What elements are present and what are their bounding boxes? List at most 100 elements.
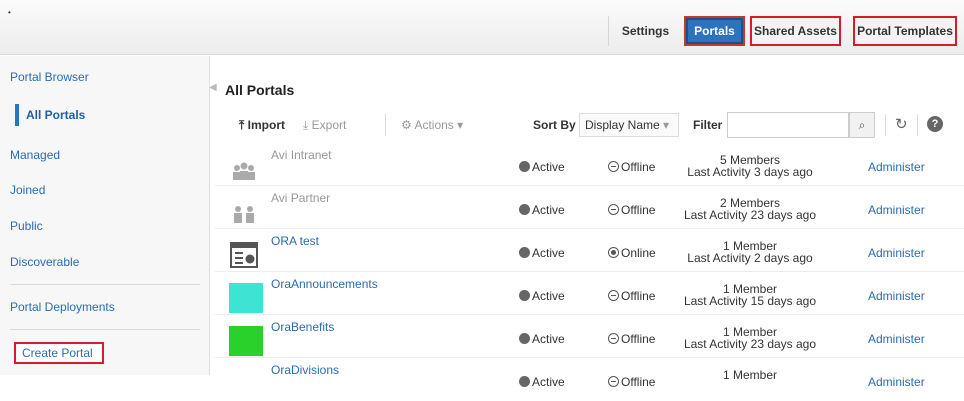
toolbar: ⤒ Import ⤓ Export ⚙ Actions ▾ Sort By Di… [215, 112, 964, 138]
status-label: Active [532, 375, 565, 389]
online-label: Offline [621, 332, 656, 346]
selection-indicator [15, 104, 19, 126]
portal-page-icon [230, 242, 258, 268]
last-activity: Last Activity 23 days ago [683, 208, 817, 222]
toolbar-divider [885, 114, 886, 136]
filter-input[interactable] [727, 112, 849, 138]
sidebar-item-discoverable[interactable]: Discoverable [10, 255, 79, 269]
sidebar-item-managed[interactable]: Managed [10, 148, 60, 162]
chevron-down-icon: ▾ [457, 118, 464, 132]
offline-icon [608, 290, 619, 301]
portal-status: Active [519, 160, 565, 174]
members-info: 1 Member [675, 369, 825, 381]
members-info: 1 Member Last Activity 23 days ago [675, 326, 825, 350]
portal-online-state: Offline [608, 160, 655, 174]
status-label: Active [532, 246, 565, 260]
last-activity: Last Activity 23 days ago [683, 337, 817, 351]
last-activity: Last Activity 2 days ago [687, 251, 813, 265]
help-icon[interactable]: ? [927, 116, 943, 132]
download-icon: ⤓ [303, 118, 309, 132]
chevron-down-icon: ▾ [663, 118, 670, 132]
status-label: Active [532, 203, 565, 217]
portal-status: Active [519, 246, 565, 260]
members-info: 1 Member Last Activity 15 days ago [675, 283, 825, 307]
table-row: OraDivisions Active Offline 1 Member Adm… [215, 359, 964, 401]
last-activity: Last Activity 3 days ago [687, 165, 813, 179]
search-button[interactable]: ⌕ [849, 112, 875, 138]
portal-name[interactable]: Avi Partner [271, 191, 330, 205]
sidebar-item-joined[interactable]: Joined [10, 183, 45, 197]
table-row: Avi Partner Active Offline 2 Members Last… [215, 187, 964, 229]
members-info: 2 Members Last Activity 23 days ago [675, 197, 825, 221]
members-info: 5 Members Last Activity 3 days ago [675, 154, 825, 178]
online-label: Offline [621, 160, 656, 174]
online-label: Offline [621, 289, 656, 303]
administer-link[interactable]: Administer [868, 203, 925, 217]
gear-icon: ⚙ [401, 118, 412, 132]
refresh-icon[interactable]: ↻ [895, 115, 908, 133]
toolbar-divider [917, 114, 918, 136]
administer-link[interactable]: Administer [868, 332, 925, 346]
offline-icon [608, 376, 619, 387]
members-count: 1 Member [722, 368, 778, 382]
offline-icon [608, 204, 619, 215]
sidebar: Portal Browser All Portals Managed Joine… [0, 56, 210, 375]
sidebar-item-all-portals[interactable]: All Portals [26, 108, 85, 122]
portal-online-state: Offline [608, 203, 655, 217]
online-label: Offline [621, 375, 656, 389]
portal-online-state: Offline [608, 375, 655, 389]
portal-name[interactable]: OraBenefits [271, 320, 334, 334]
table-row: OraAnnouncements Active Offline 1 Member… [215, 273, 964, 315]
portal-online-state: Offline [608, 332, 655, 346]
portal-name[interactable]: OraAnnouncements [271, 277, 378, 291]
portal-name[interactable]: Avi Intranet [271, 148, 331, 162]
sort-by-select[interactable]: Display Name ▾ [579, 113, 679, 137]
tab-portal-templates[interactable]: Portal Templates [853, 16, 957, 46]
partner-icon [234, 206, 254, 223]
table-row: Avi Intranet Active Offline 5 Members Las… [215, 144, 964, 186]
status-icon [519, 376, 530, 387]
sidebar-item-portal-deployments[interactable]: Portal Deployments [10, 300, 115, 314]
sidebar-divider [10, 329, 200, 330]
status-icon [519, 204, 530, 215]
status-icon [519, 290, 530, 301]
administer-link[interactable]: Administer [868, 246, 925, 260]
portal-online-state: Online [608, 246, 656, 260]
offline-icon [608, 333, 619, 344]
sidebar-item-portal-browser[interactable]: Portal Browser [10, 70, 89, 84]
actions-menu-button[interactable]: ⚙ Actions ▾ [401, 118, 463, 132]
portal-status: Active [519, 375, 565, 389]
table-row: ORA test Active Online 1 Member Last Acti… [215, 230, 964, 272]
create-portal-button[interactable]: Create Portal [14, 342, 104, 364]
filter-label: Filter [693, 118, 723, 132]
status-icon [519, 247, 530, 258]
status-label: Active [532, 289, 565, 303]
portal-name[interactable]: ORA test [271, 234, 319, 248]
status-label: Active [532, 332, 565, 346]
offline-icon [608, 161, 619, 172]
members-info: 1 Member Last Activity 2 days ago [675, 240, 825, 264]
administer-link[interactable]: Administer [868, 160, 925, 174]
app-marker-icon: • [8, 8, 11, 17]
tab-settings[interactable]: Settings [608, 16, 682, 46]
sidebar-item-public[interactable]: Public [10, 219, 43, 233]
portal-status: Active [519, 203, 565, 217]
administer-link[interactable]: Administer [868, 289, 925, 303]
administer-link[interactable]: Administer [868, 375, 925, 389]
page-title: All Portals [225, 82, 295, 98]
sort-by-value: Display Name [585, 118, 660, 132]
import-button[interactable]: ⤒ Import [239, 118, 285, 133]
tab-portals[interactable]: Portals [684, 16, 745, 46]
export-button[interactable]: ⤓ Export [303, 118, 346, 133]
toolbar-divider [385, 114, 386, 136]
sort-by-label: Sort By [533, 118, 576, 132]
online-label: Online [621, 246, 656, 260]
status-label: Active [532, 160, 565, 174]
tab-shared-assets[interactable]: Shared Assets [750, 16, 841, 46]
portal-status: Active [519, 332, 565, 346]
actions-label: Actions [414, 118, 454, 132]
status-icon [519, 333, 530, 344]
portal-status: Active [519, 289, 565, 303]
portal-thumbnail [229, 326, 263, 356]
status-icon [519, 161, 530, 172]
